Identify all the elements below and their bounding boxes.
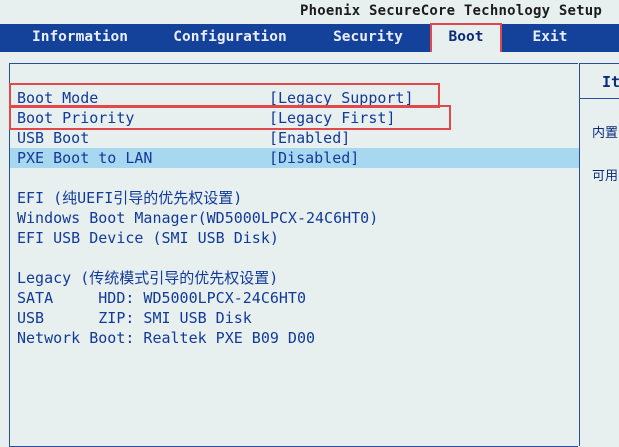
tab-security[interactable]: Security — [320, 24, 416, 52]
help-heading: It — [602, 73, 619, 91]
legacy-boot-device[interactable]: Network Boot: Realtek PXE B09 D00 — [17, 328, 315, 348]
legacy-boot-device[interactable]: USB ZIP: SMI USB Disk — [17, 308, 252, 328]
help-divider — [580, 98, 619, 99]
tab-exit[interactable]: Exit — [522, 24, 578, 52]
setting-row-pxe-boot[interactable]: PXE Boot to LAN [Disabled] — [10, 148, 579, 168]
efi-boot-device[interactable]: EFI USB Device (SMI USB Disk) — [17, 228, 279, 248]
legacy-heading: Legacy (传统模式引导的优先权设置) — [17, 269, 279, 287]
title-bar: Phoenix SecureCore Technology Setup — [0, 0, 619, 24]
setting-value[interactable]: [Enabled] — [269, 128, 350, 148]
help-panel: It 内置 可用 — [579, 63, 619, 446]
efi-heading: EFI (纯UEFI引导的优先权设置) — [17, 189, 243, 207]
tab-configuration[interactable]: Configuration — [160, 24, 300, 52]
setting-row-usb-boot[interactable]: USB Boot [Enabled] — [10, 128, 578, 148]
setting-label: USB Boot — [17, 129, 90, 147]
legacy-boot-device[interactable]: SATA HDD: WD5000LPCX-24C6HT0 — [17, 288, 306, 308]
help-text-1: 内置 — [592, 126, 619, 141]
menu-bar: Information Configuration Security Boot … — [0, 23, 619, 59]
setting-label: PXE Boot to LAN — [17, 149, 153, 167]
highlight-box-boot-priority — [9, 105, 451, 130]
efi-boot-device[interactable]: Windows Boot Manager(WD5000LPCX-24C6HT0) — [17, 208, 378, 228]
window-title: Phoenix SecureCore Technology Setup — [299, 3, 602, 19]
tab-information[interactable]: Information — [18, 24, 142, 52]
setting-value[interactable]: [Disabled] — [269, 148, 359, 168]
help-text-2: 可用 — [592, 169, 619, 184]
